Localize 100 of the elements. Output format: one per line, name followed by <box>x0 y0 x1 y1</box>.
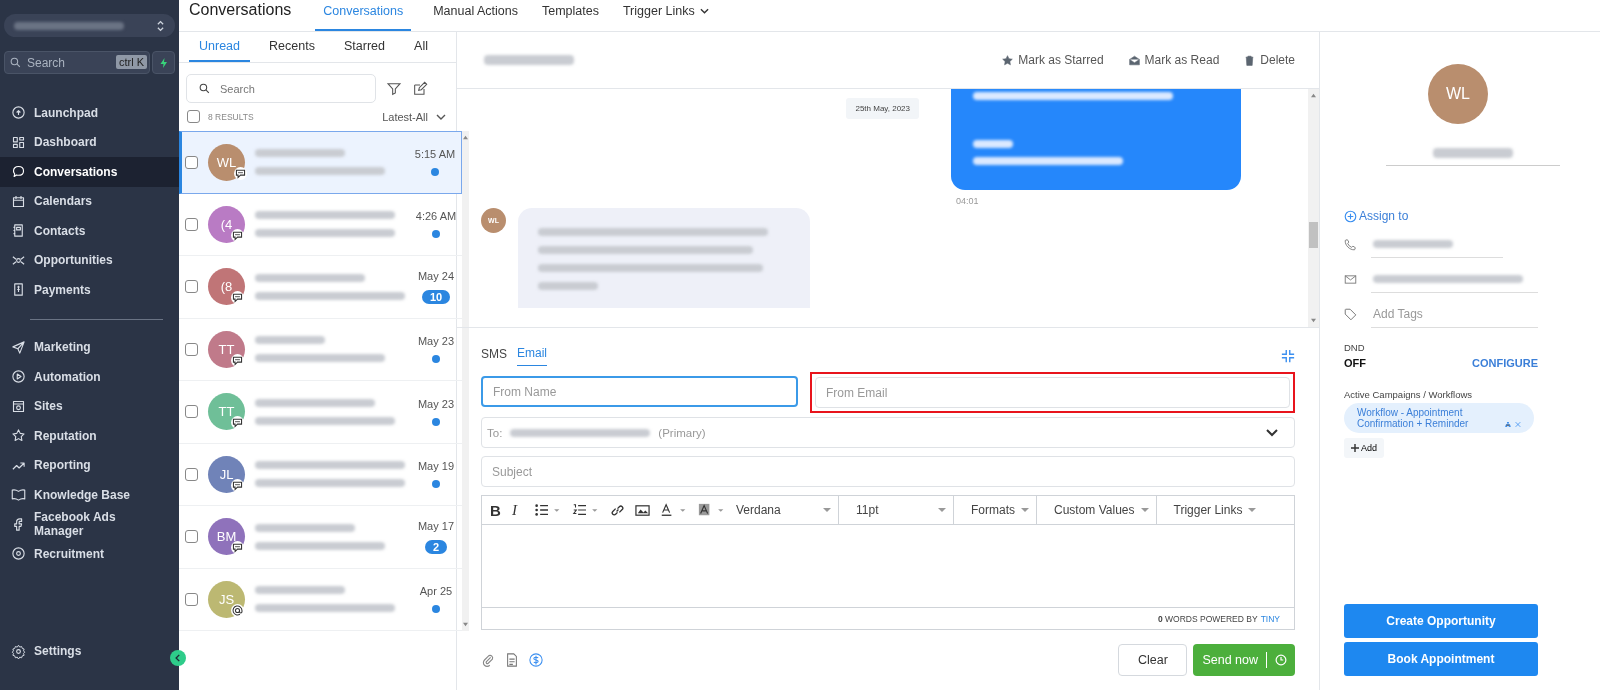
nav-item[interactable]: Recruitment <box>0 539 179 569</box>
nav-item[interactable]: Conversations <box>0 157 179 187</box>
time-label: May 24 <box>417 269 455 282</box>
scrollbar[interactable] <box>1308 89 1319 327</box>
text-color-icon[interactable] <box>660 503 688 517</box>
plus-icon <box>1351 444 1359 452</box>
close-icon[interactable] <box>1515 420 1521 429</box>
conversation-row[interactable]: TT May 23 <box>179 318 462 381</box>
nav-item[interactable]: Reporting <box>0 450 179 480</box>
action-button[interactable]: Create Opportunity <box>1344 604 1538 638</box>
filter-tab[interactable]: All <box>404 32 438 62</box>
nav-tab[interactable]: Manual Actions <box>431 4 520 31</box>
row-checkbox[interactable] <box>185 217 198 231</box>
compose-icon[interactable] <box>412 80 428 97</box>
from-name-field[interactable]: From Name <box>481 376 798 407</box>
channel-tab[interactable]: Email <box>517 346 548 366</box>
page-title: Conversations <box>189 1 292 20</box>
nav-tab[interactable]: Templates <box>539 4 601 31</box>
collapse-icon[interactable] <box>1281 349 1295 363</box>
nav-icon <box>11 398 26 414</box>
scrollbar[interactable] <box>462 131 469 631</box>
nav-item[interactable]: Knowledge Base <box>0 480 179 510</box>
nav-item[interactable]: Sites <box>0 391 179 421</box>
message-time: 04:01 <box>956 196 980 206</box>
nav-item[interactable]: Reputation <box>0 421 179 451</box>
numbered-list-icon[interactable] <box>572 503 600 517</box>
avatar: TT <box>208 330 245 368</box>
nav-item[interactable]: Launchpad <box>0 98 179 128</box>
conversation-row[interactable]: (8 May 24 10 <box>179 256 462 319</box>
sort-dropdown[interactable]: Latest-All <box>382 110 446 123</box>
row-checkbox[interactable] <box>185 405 198 419</box>
italic-button[interactable]: I <box>512 501 524 519</box>
row-checkbox[interactable] <box>185 280 198 294</box>
account-switcher[interactable] <box>4 14 175 37</box>
bold-button[interactable]: B <box>490 501 502 519</box>
chevron-up-down-icon <box>156 18 165 33</box>
nav-tab[interactable]: Trigger Links <box>620 4 711 31</box>
nav-item[interactable]: Facebook Ads Manager <box>0 509 179 539</box>
scroll-thumb[interactable] <box>1309 222 1318 248</box>
header-action[interactable]: Mark as Starred <box>1001 53 1104 67</box>
plus-circle-icon <box>1344 209 1357 223</box>
nav-item[interactable]: Opportunities <box>0 245 179 275</box>
paperclip-icon[interactable] <box>481 653 495 667</box>
subject-field[interactable]: Subject <box>481 456 1295 487</box>
editor-menu[interactable]: Formats <box>964 496 1037 524</box>
link-icon[interactable] <box>610 502 625 518</box>
editor-menu[interactable]: Custom Values <box>1047 496 1157 524</box>
filter-icon[interactable] <box>386 80 402 97</box>
filter-tab[interactable]: Unread <box>189 32 250 62</box>
scroll-down-icon[interactable] <box>1310 318 1317 323</box>
nav-item[interactable]: Calendars <box>0 186 179 216</box>
highlight-color-icon[interactable] <box>698 503 726 517</box>
scroll-up-icon[interactable] <box>462 135 469 140</box>
clock-icon <box>1275 654 1287 666</box>
tiny-link[interactable]: TINY <box>1260 613 1280 624</box>
row-checkbox[interactable] <box>185 155 198 169</box>
header-action[interactable]: Delete <box>1243 53 1295 67</box>
quick-action-button[interactable] <box>152 51 175 74</box>
channel-tab[interactable]: SMS <box>481 346 507 366</box>
row-checkbox[interactable] <box>185 530 198 544</box>
dollar-icon[interactable] <box>529 653 543 667</box>
channel-icon <box>231 291 244 304</box>
editor-menu[interactable]: Trigger Links <box>1166 496 1264 524</box>
conversation-row[interactable]: WL 5:15 AM <box>179 131 462 194</box>
from-email-field[interactable]: From Email <box>815 377 1290 408</box>
assign-link[interactable]: Assign to <box>1344 209 1538 223</box>
clear-button[interactable]: Clear <box>1118 644 1188 676</box>
workflow-chip[interactable]: Workflow - Appointment Confirmation + Reminder <box>1344 403 1534 433</box>
nav-tab[interactable]: Conversations <box>315 4 412 31</box>
bullet-list-icon[interactable] <box>534 503 562 517</box>
conversation-row[interactable]: JS Apr 25 <box>179 568 462 631</box>
nav-item[interactable]: Marketing <box>0 332 179 362</box>
configure-link[interactable]: CONFIGURE <box>1472 357 1538 369</box>
conversation-row[interactable]: (4 4:26 AM <box>179 193 462 256</box>
scroll-down-icon[interactable] <box>462 622 469 627</box>
nav-item[interactable]: Contacts <box>0 216 179 246</box>
conversation-row[interactable]: TT May 23 <box>179 381 462 444</box>
conversation-row[interactable]: JL May 19 <box>179 443 462 506</box>
row-checkbox[interactable] <box>185 467 198 481</box>
nav-item[interactable]: Dashboard <box>0 127 179 157</box>
row-checkbox[interactable] <box>185 592 198 606</box>
conversation-row[interactable]: BM May 17 2 <box>179 506 462 569</box>
word-count: 0 WORDS POWERED BY <box>1157 613 1258 624</box>
row-checkbox[interactable] <box>185 342 198 356</box>
filter-tab[interactable]: Starred <box>334 32 395 62</box>
image-icon[interactable] <box>635 502 650 518</box>
add-workflow-button[interactable]: Add <box>1344 438 1384 458</box>
action-button[interactable]: Book Appointment <box>1344 642 1538 676</box>
nav-item[interactable]: Automation <box>0 362 179 392</box>
size-dropdown[interactable]: 11pt <box>849 496 954 524</box>
nav-icon <box>11 105 26 121</box>
document-icon[interactable] <box>505 653 519 667</box>
nav-item[interactable]: Payments <box>0 275 179 305</box>
collapse-button[interactable] <box>170 650 186 666</box>
select-all-checkbox[interactable] <box>187 110 200 123</box>
font-dropdown[interactable]: Verdana <box>736 496 839 524</box>
header-action[interactable]: Mark as Read <box>1127 53 1220 67</box>
settings-item[interactable]: Settings <box>0 636 102 666</box>
scroll-up-icon[interactable] <box>1310 93 1317 98</box>
filter-tab[interactable]: Recents <box>259 32 325 62</box>
